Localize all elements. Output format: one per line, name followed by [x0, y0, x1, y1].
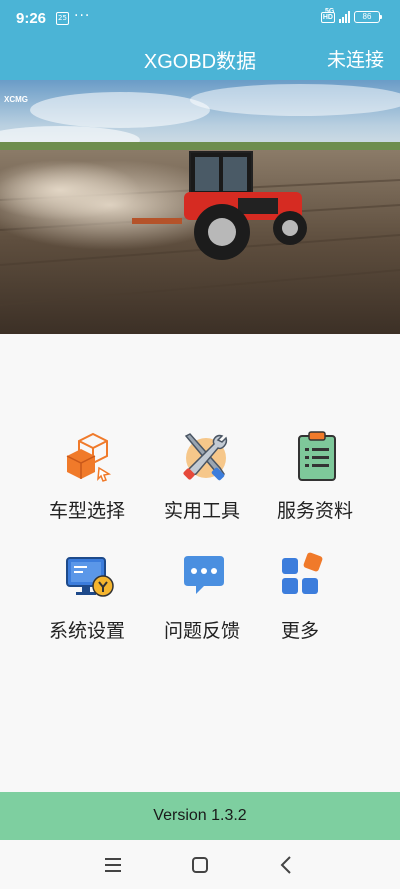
battery-icon: 86: [354, 11, 382, 23]
status-time: 9:26: [16, 10, 47, 27]
menu-item-label: 系统设置: [48, 620, 125, 642]
menu-item-more[interactable]: 更多: [240, 540, 360, 650]
menu-icon[interactable]: [100, 852, 126, 878]
menu-item-tools[interactable]: 实用工具: [142, 420, 262, 530]
more-apps-icon: [282, 552, 323, 594]
system-nav-bar: [0, 840, 400, 889]
more-notifications-icon: ···: [74, 8, 91, 24]
app-header: XGOBD数据 未连接: [0, 40, 400, 80]
back-icon[interactable]: [274, 852, 300, 878]
banner-image: XCMG: [0, 80, 400, 334]
menu-item-label: 服务资料: [276, 500, 353, 522]
menu-item-label: 车型选择: [48, 500, 125, 522]
feedback-chat-icon: [184, 556, 224, 594]
network-type: 5G: [325, 8, 335, 15]
notification-badge: 25: [56, 12, 69, 25]
tools-icon: [183, 433, 228, 481]
menu-item-vehicle-select[interactable]: 车型选择: [27, 420, 147, 530]
menu-item-system-settings[interactable]: 系统设置: [27, 540, 147, 650]
signal-icon: 5G: [325, 8, 350, 23]
clipboard-icon: [298, 431, 336, 481]
menu-item-label: 实用工具: [163, 500, 240, 522]
cubes-icon: [66, 432, 112, 482]
settings-monitor-icon: [66, 557, 114, 597]
tractor-field-photo: XCMG: [0, 80, 400, 334]
version-footer: Version 1.3.2: [0, 792, 400, 840]
menu-item-service-docs[interactable]: 服务资料: [255, 420, 375, 530]
connection-status-button[interactable]: 未连接: [327, 45, 384, 72]
banner-logo: XCMG: [4, 95, 28, 104]
status-bar: 9:26 25 ··· HD 5G 86: [0, 0, 400, 40]
home-icon[interactable]: [187, 852, 213, 878]
status-icons: HD 5G 86: [320, 8, 382, 23]
menu-item-label: 更多: [280, 620, 319, 642]
